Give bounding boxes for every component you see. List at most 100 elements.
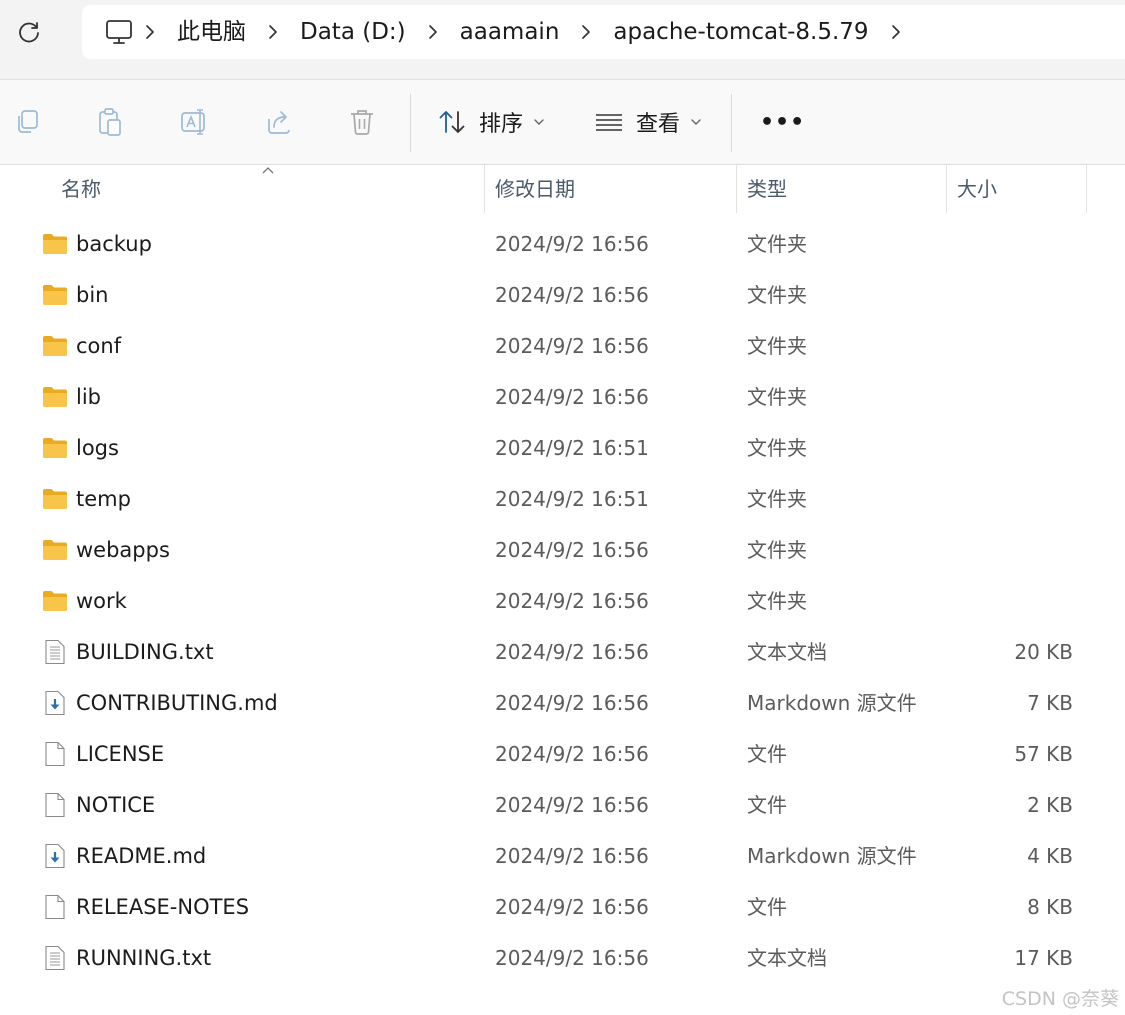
file-row[interactable]: bin 2024/9/2 16:56 文件夹	[0, 270, 1125, 321]
file-row[interactable]: RELEASE-NOTES 2024/9/2 16:56 文件 8 KB	[0, 882, 1125, 933]
file-date: 2024/9/2 16:56	[495, 232, 649, 256]
chevron-right-icon[interactable]	[880, 5, 912, 59]
file-date: 2024/9/2 16:56	[495, 946, 649, 970]
file-type: 文件	[747, 793, 787, 817]
file-name: RELEASE-NOTES	[76, 895, 250, 919]
breadcrumb-item[interactable]: Data (D:)	[289, 5, 417, 59]
column-header-type[interactable]: 类型	[747, 165, 787, 213]
file-date: 2024/9/2 16:56	[495, 895, 649, 919]
file-date: 2024/9/2 16:56	[495, 589, 649, 613]
chevron-right-icon[interactable]	[134, 5, 166, 59]
column-header-date[interactable]: 修改日期	[495, 165, 575, 213]
column-divider[interactable]	[946, 165, 947, 213]
view-icon	[596, 114, 622, 131]
file-row[interactable]: RUNNING.txt 2024/9/2 16:56 文本文档 17 KB	[0, 933, 1125, 984]
file-name: lib	[76, 385, 101, 409]
file-name: RUNNING.txt	[76, 946, 212, 970]
sort-icon	[439, 111, 465, 133]
file-type: 文件夹	[747, 232, 807, 256]
view-button[interactable]: 查看	[594, 104, 702, 140]
file-type: 文件夹	[747, 589, 807, 613]
file-row[interactable]: backup 2024/9/2 16:56 文件夹	[0, 219, 1125, 270]
file-name: CONTRIBUTING.md	[76, 691, 278, 715]
file-row[interactable]: BUILDING.txt 2024/9/2 16:56 文本文档 20 KB	[0, 627, 1125, 678]
file-row[interactable]: temp 2024/9/2 16:51 文件夹	[0, 474, 1125, 525]
folder-icon	[42, 231, 68, 257]
text-file-icon	[42, 639, 68, 665]
file-type: 文本文档	[747, 946, 827, 970]
file-date: 2024/9/2 16:56	[495, 691, 649, 715]
folder-icon	[42, 486, 68, 512]
file-date: 2024/9/2 16:56	[495, 385, 649, 409]
file-row[interactable]: LICENSE 2024/9/2 16:56 文件 57 KB	[0, 729, 1125, 780]
file-icon	[42, 792, 68, 818]
refresh-icon[interactable]	[14, 18, 44, 48]
more-options-button[interactable]: •••	[760, 104, 805, 140]
file-type: 文件夹	[747, 487, 807, 511]
copy-icon[interactable]	[9, 104, 45, 140]
file-type: 文件夹	[747, 334, 807, 358]
breadcrumb-item[interactable]: 此电脑	[166, 5, 257, 59]
file-row[interactable]: conf 2024/9/2 16:56 文件夹	[0, 321, 1125, 372]
column-divider[interactable]	[736, 165, 737, 213]
file-name: work	[76, 589, 127, 613]
address-bar: 此电脑 Data (D:) aaamain apache-tomcat-8.5.…	[0, 0, 1125, 80]
file-name: BUILDING.txt	[76, 640, 214, 664]
file-name: temp	[76, 487, 131, 511]
file-type: 文件夹	[747, 436, 807, 460]
column-divider[interactable]	[484, 165, 485, 213]
file-name: bin	[76, 283, 109, 307]
toolbar-divider	[731, 94, 732, 152]
text-file-icon	[42, 945, 68, 971]
file-row[interactable]: README.md 2024/9/2 16:56 Markdown 源文件 4 KB	[0, 831, 1125, 882]
breadcrumb-item[interactable]: apache-tomcat-8.5.79	[602, 5, 879, 59]
rename-icon[interactable]	[177, 104, 213, 140]
this-pc-icon[interactable]	[104, 17, 134, 47]
file-row[interactable]: webapps 2024/9/2 16:56 文件夹	[0, 525, 1125, 576]
more-icon: •••	[760, 109, 806, 135]
column-header-name[interactable]: 名称	[61, 165, 101, 213]
breadcrumb: 此电脑 Data (D:) aaamain apache-tomcat-8.5.…	[82, 5, 1125, 59]
file-name: webapps	[76, 538, 170, 562]
watermark: CSDN @奈葵	[1001, 988, 1119, 1010]
file-name: LICENSE	[76, 742, 165, 766]
folder-icon	[42, 537, 68, 563]
file-date: 2024/9/2 16:56	[495, 793, 649, 817]
chevron-right-icon[interactable]	[417, 5, 449, 59]
folder-icon	[42, 384, 68, 410]
folder-icon	[42, 333, 68, 359]
chevron-right-icon[interactable]	[257, 5, 289, 59]
column-divider[interactable]	[1086, 165, 1087, 213]
chevron-down-icon	[691, 119, 701, 125]
file-name: backup	[76, 232, 152, 256]
file-date: 2024/9/2 16:51	[495, 436, 649, 460]
file-name: conf	[76, 334, 122, 358]
file-type: 文件	[747, 895, 787, 919]
paste-icon[interactable]	[92, 104, 128, 140]
chevron-right-icon[interactable]	[570, 5, 602, 59]
toolbar-divider	[410, 94, 411, 152]
file-icon	[42, 894, 68, 920]
file-row[interactable]: work 2024/9/2 16:56 文件夹	[0, 576, 1125, 627]
delete-icon[interactable]	[344, 104, 380, 140]
markdown-file-icon	[42, 690, 68, 716]
command-bar: 排序 查看 •••	[0, 80, 1125, 165]
file-date: 2024/9/2 16:56	[495, 334, 649, 358]
file-size: 17 KB	[1014, 946, 1073, 970]
sort-label: 排序	[479, 112, 524, 137]
folder-icon	[42, 588, 68, 614]
file-size: 7 KB	[1027, 691, 1073, 715]
column-header-size[interactable]: 大小	[957, 165, 997, 213]
file-date: 2024/9/2 16:56	[495, 640, 649, 664]
markdown-file-icon	[42, 843, 68, 869]
file-size: 2 KB	[1027, 793, 1073, 817]
share-icon[interactable]	[261, 104, 297, 140]
file-date: 2024/9/2 16:56	[495, 283, 649, 307]
file-row[interactable]: lib 2024/9/2 16:56 文件夹	[0, 372, 1125, 423]
sort-button[interactable]: 排序	[437, 104, 545, 140]
file-list: 名称 修改日期 类型 大小 backup 2024/9/2 16:56 文件夹 bin…	[0, 165, 1125, 1015]
breadcrumb-item[interactable]: aaamain	[449, 5, 571, 59]
file-row[interactable]: logs 2024/9/2 16:51 文件夹	[0, 423, 1125, 474]
file-row[interactable]: CONTRIBUTING.md 2024/9/2 16:56 Markdown 源文…	[0, 678, 1125, 729]
file-row[interactable]: NOTICE 2024/9/2 16:56 文件 2 KB	[0, 780, 1125, 831]
